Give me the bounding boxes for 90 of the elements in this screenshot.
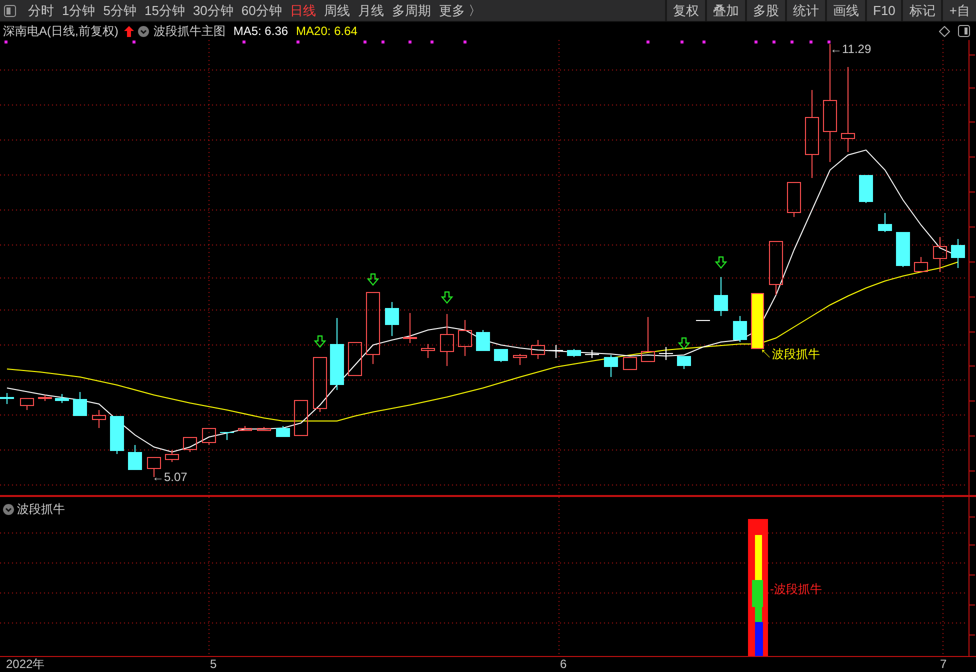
candlestick [696, 320, 710, 322]
down-arrow-icon [366, 273, 380, 286]
toolbar-button[interactable]: 标记 [901, 0, 942, 21]
ma-value: MA5: 6.36 [233, 23, 288, 40]
panel-toggle-icon[interactable] [4, 4, 16, 16]
toolbar-button[interactable]: 画线 [825, 0, 865, 21]
up-arrow-icon [124, 26, 134, 36]
candlestick [585, 350, 599, 358]
axis-label: 5 [210, 657, 217, 672]
signal-bar [751, 293, 764, 349]
candlestick [513, 354, 527, 366]
toolbar-button[interactable]: F10 [865, 0, 902, 21]
candlestick [494, 348, 508, 362]
axis-label: 2022年 [6, 657, 45, 672]
panel-title: 波段抓牛 [17, 501, 65, 518]
candlestick [92, 410, 106, 428]
period-tab[interactable]: 更多 〉 [434, 0, 486, 20]
candlestick [55, 394, 69, 404]
ma-value: MA20: 6.64 [296, 23, 358, 40]
down-arrow-icon [440, 291, 454, 304]
candlestick [769, 240, 783, 296]
signal-label: -波段抓牛 [770, 582, 822, 596]
candlestick [641, 316, 655, 362]
candlestick [165, 450, 179, 462]
candlestick [787, 182, 801, 218]
low-price-label: ←5.07 [152, 470, 188, 484]
candlestick [914, 256, 928, 272]
candlestick [385, 302, 399, 336]
period-tab[interactable]: 30分钟 [188, 0, 238, 20]
candlestick [604, 354, 618, 378]
candlestick [567, 348, 581, 358]
chevron-down-icon[interactable] [138, 26, 150, 36]
down-arrow-icon [714, 256, 728, 269]
down-arrow-icon [678, 337, 690, 350]
chevron-down-icon[interactable] [3, 504, 14, 514]
candlestick [549, 344, 563, 358]
diamond-icon[interactable] [939, 26, 950, 36]
candlestick [531, 340, 545, 360]
period-tab[interactable]: 分时 [24, 0, 58, 20]
toolbar-button[interactable]: 多股 [745, 0, 785, 21]
candlestick [677, 356, 691, 370]
candlestick [476, 330, 490, 352]
candlestick [878, 212, 892, 232]
candlestick [458, 320, 472, 356]
candlestick [73, 392, 87, 416]
candlestick [257, 426, 271, 432]
candlestick [421, 344, 435, 358]
candlestick [896, 232, 910, 268]
candlestick [313, 356, 327, 412]
period-tab[interactable]: 5分钟 [99, 0, 140, 20]
candlestick [714, 276, 728, 316]
candlestick [0, 392, 14, 404]
candlestick [294, 400, 308, 436]
candlestick [623, 356, 637, 370]
candlestick [202, 428, 216, 446]
candlestick [38, 394, 52, 402]
stock-title: 深南电A(日线,前复权) [3, 23, 118, 40]
period-tab[interactable]: 多周期 [388, 0, 435, 20]
candlestick [440, 314, 454, 366]
down-arrow-icon [314, 335, 326, 348]
period-tab[interactable]: 15分钟 [140, 0, 189, 20]
candlestick [183, 436, 197, 452]
candlestick [20, 398, 34, 410]
candlestick [951, 238, 965, 268]
candlestick [859, 174, 873, 204]
period-tab[interactable]: 60分钟 [237, 0, 286, 20]
axis-label: 7 [940, 657, 947, 672]
period-tab[interactable]: 日线 [286, 0, 320, 20]
candlestick [403, 312, 417, 344]
toolbar-button[interactable]: +自 [941, 0, 976, 21]
candlestick [110, 416, 124, 454]
axis-label: 6 [560, 657, 567, 672]
candlestick [276, 426, 290, 438]
toolbar-button[interactable]: 叠加 [705, 0, 745, 21]
candlestick [659, 346, 673, 360]
candlestick [128, 444, 142, 470]
signal-label: ↖波段抓牛 [760, 347, 820, 361]
candlestick [733, 316, 747, 342]
period-tab[interactable]: 月线 [354, 0, 388, 20]
candlestick [933, 236, 947, 272]
period-tab[interactable]: 1分钟 [58, 0, 100, 20]
period-tab[interactable]: 周线 [320, 0, 354, 20]
indicator-name: 波段抓牛主图 [153, 23, 226, 40]
high-price-label: ←11.29 [830, 42, 872, 56]
toolbar-button[interactable]: 复权 [665, 0, 705, 21]
candlestick [238, 426, 252, 432]
toolbar-button[interactable]: 统计 [785, 0, 825, 21]
candlestick [220, 432, 234, 440]
panel-toggle-icon[interactable] [958, 25, 970, 37]
candlestick [348, 342, 362, 376]
